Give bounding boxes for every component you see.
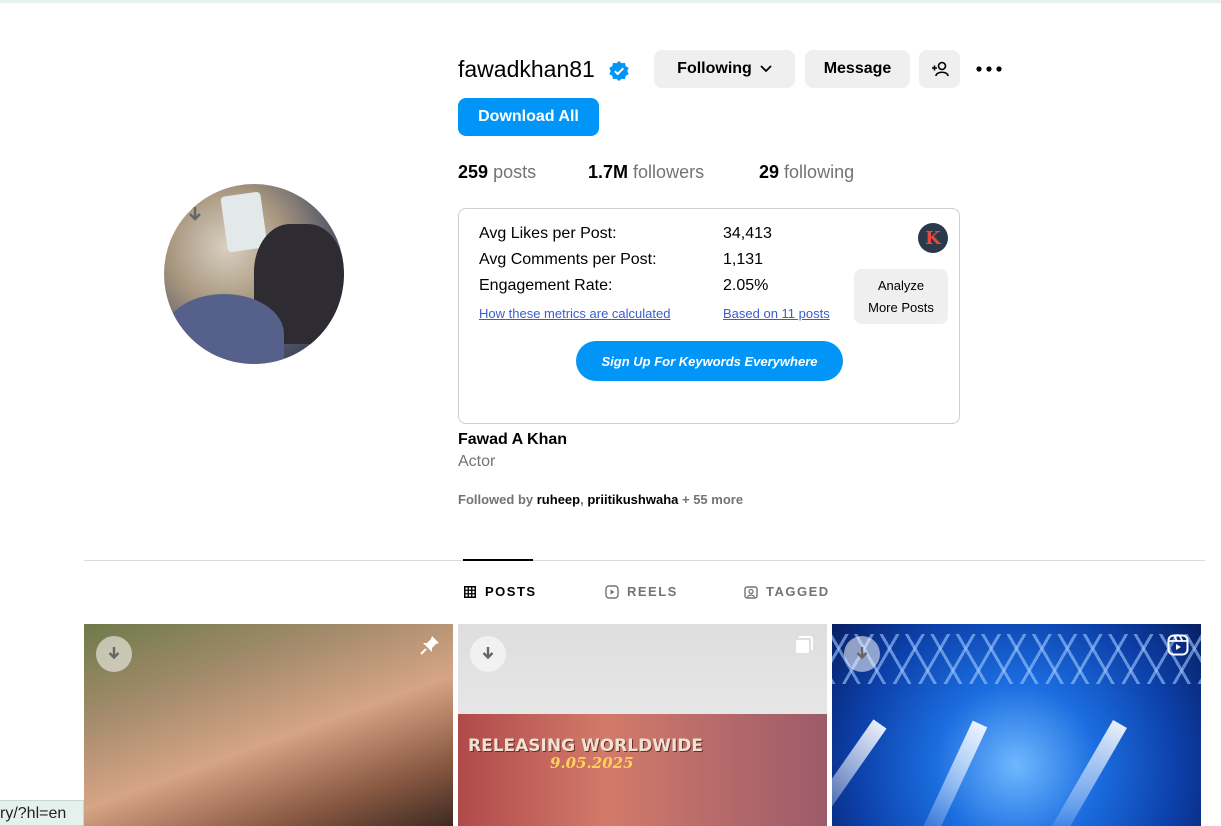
post-thumbnail-3[interactable] [832, 624, 1201, 826]
post-poster-banner [458, 714, 827, 826]
add-user-icon [931, 61, 949, 77]
avg-comments-label: Avg Comments per Post: [479, 251, 657, 268]
post-thumbnail-2[interactable]: RELEASING WORLDWIDE 9.05.2025 [458, 624, 827, 826]
following-count: 29 [759, 162, 780, 182]
followers-stat-label: followers [633, 162, 705, 182]
followers-stat[interactable]: 1.7M followers [588, 162, 704, 183]
status-bar-url: ry/?hl=en [0, 800, 84, 826]
reel-icon [1167, 634, 1189, 656]
top-border [0, 0, 1221, 3]
post-light-beam [832, 719, 887, 826]
based-on-posts-link[interactable]: Based on 11 posts [723, 306, 830, 321]
keywords-everywhere-logo-icon: K [918, 223, 948, 253]
tab-tagged[interactable]: TAGGED [744, 584, 830, 599]
tabs-divider [84, 560, 1205, 561]
avatar-download-icon[interactable] [182, 202, 208, 228]
post-light-beam [1043, 720, 1127, 826]
pin-icon [419, 634, 441, 656]
followers-count: 1.7M [588, 162, 629, 182]
analyze-more-posts-button[interactable]: Analyze More Posts [854, 269, 948, 324]
followed-by-prefix: Followed by [458, 492, 534, 507]
followed-by-text[interactable]: Followed by ruheep, priitikushwaha + 55 … [458, 492, 743, 507]
post-download-icon[interactable] [470, 636, 506, 672]
suggest-users-button[interactable] [919, 50, 960, 88]
post-download-icon[interactable] [844, 636, 880, 672]
tab-reels-label: REELS [627, 584, 678, 599]
tab-reels[interactable]: REELS [605, 584, 678, 599]
posts-count: 259 [458, 162, 489, 182]
tab-posts[interactable]: POSTS [463, 584, 537, 599]
engagement-rate-value: 2.05% [723, 277, 769, 294]
post-light-beam [913, 720, 988, 826]
post-download-icon[interactable] [96, 636, 132, 672]
download-all-button[interactable]: Download All [458, 98, 599, 136]
grid-icon [463, 585, 477, 599]
following-button[interactable]: Following [654, 50, 795, 88]
profile-category: Actor [458, 453, 496, 470]
followed-by-user-1[interactable]: ruheep [537, 492, 580, 507]
following-stat[interactable]: 29 following [759, 162, 854, 183]
post-overlay-title: RELEASING WORLDWIDE [468, 736, 704, 756]
active-tab-indicator [463, 559, 533, 561]
tab-posts-label: POSTS [485, 584, 537, 599]
posts-stat-label: posts [493, 162, 537, 182]
profile-username: fawadkhan81 [458, 56, 595, 82]
followed-by-separator: , [580, 492, 584, 507]
analyze-label-line2: More Posts [868, 300, 934, 315]
post-thumbnail-1[interactable] [84, 624, 453, 826]
avg-likes-label: Avg Likes per Post: [479, 225, 617, 242]
posts-stat: 259 posts [458, 162, 536, 183]
more-options-icon[interactable] [975, 57, 1003, 81]
profile-avatar[interactable] [164, 184, 344, 364]
carousel-icon [793, 634, 815, 656]
followed-by-suffix: + 55 more [682, 492, 744, 507]
following-label: Following [677, 60, 752, 77]
engagement-rate-label: Engagement Rate: [479, 277, 613, 294]
following-stat-label: following [784, 162, 855, 182]
followed-by-user-2[interactable]: priitikushwaha [587, 492, 678, 507]
post-overlay-date: 9.05.2025 [550, 754, 634, 772]
analyze-label-line1: Analyze [877, 278, 925, 293]
tab-tagged-label: TAGGED [766, 584, 830, 599]
profile-full-name: Fawad A Khan [458, 431, 568, 448]
post-stage-truss [832, 634, 1201, 684]
keywords-everywhere-metrics-panel: Avg Likes per Post: 34,413 Avg Comments … [458, 208, 960, 424]
avatar-shirt-shape [164, 294, 284, 364]
chevron-down-icon [760, 65, 772, 73]
avg-likes-value: 34,413 [723, 225, 772, 242]
tagged-icon [744, 585, 758, 599]
message-button[interactable]: Message [805, 50, 910, 88]
avg-comments-value: 1,131 [723, 251, 764, 268]
reels-icon [605, 584, 619, 599]
how-metrics-calculated-link[interactable]: How these metrics are calculated [479, 306, 670, 321]
signup-keywords-everywhere-button[interactable]: Sign Up For Keywords Everywhere [576, 341, 843, 381]
verified-badge-icon [608, 60, 630, 82]
